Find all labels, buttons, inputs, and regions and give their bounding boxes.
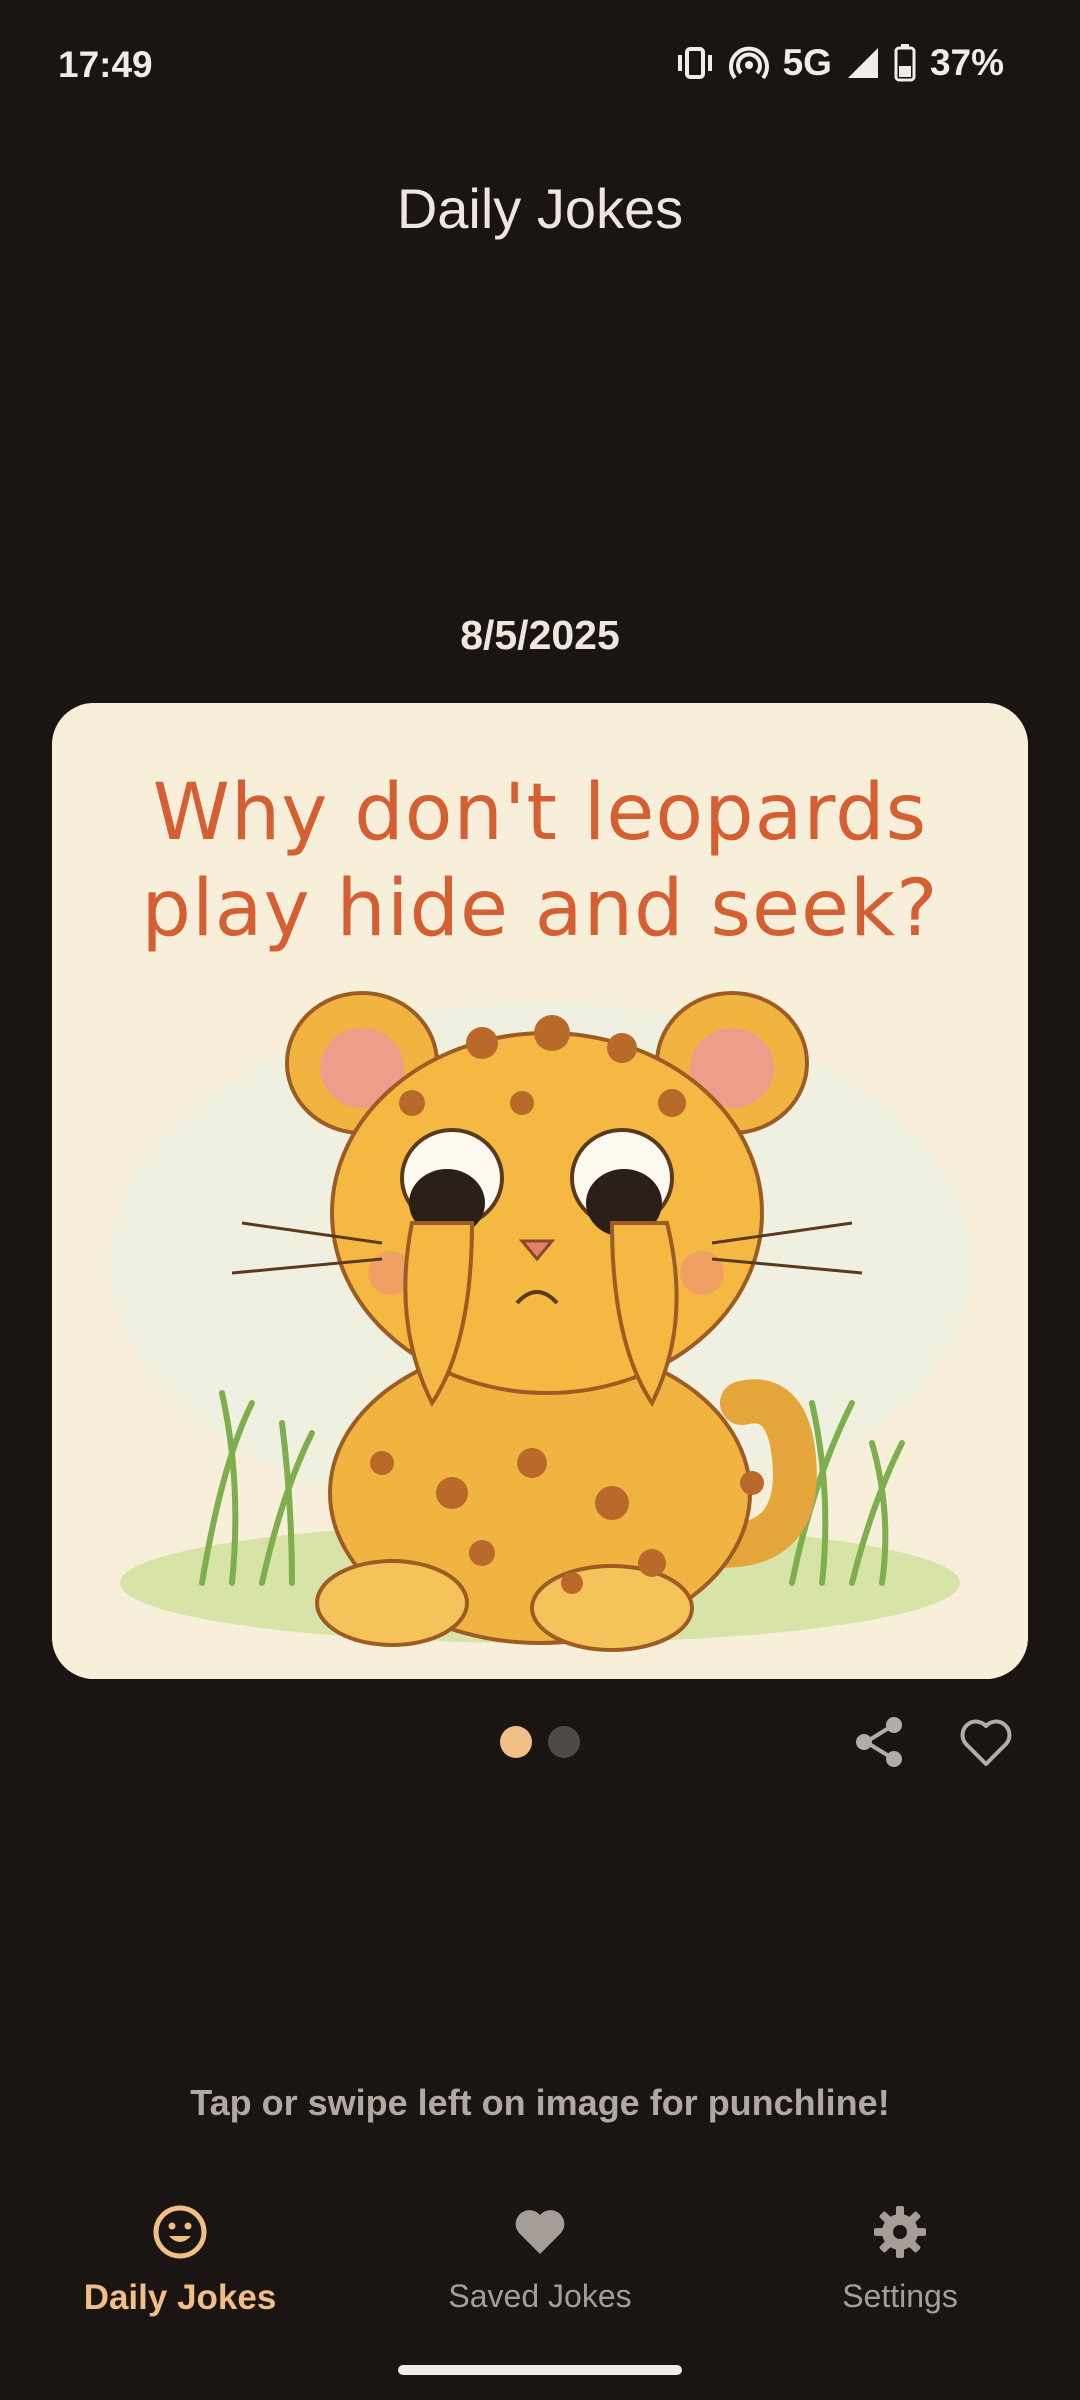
heart-icon: [512, 2204, 568, 2260]
page-dot-inactive[interactable]: [548, 1726, 580, 1758]
nav-item-settings[interactable]: Settings: [720, 2190, 1080, 2360]
joke-image-card[interactable]: Why don't leopards play hide and seek?: [52, 703, 1028, 1679]
page-dot-active[interactable]: [500, 1726, 532, 1758]
joke-setup-line-1: Why don't leopards: [152, 768, 928, 858]
status-icons: 5G 37%: [675, 40, 1004, 86]
share-button[interactable]: [852, 1714, 908, 1770]
status-bar: 17:49 5G 37%: [0, 0, 1080, 134]
joke-setup-line-2: play hide and seek?: [141, 864, 939, 954]
favorite-button[interactable]: [958, 1714, 1014, 1770]
page-title: Daily Jokes: [396, 177, 684, 240]
nav-item-daily-jokes[interactable]: Daily Jokes: [0, 2190, 360, 2360]
gear-icon: [872, 2204, 928, 2260]
nav-label-saved-jokes: Saved Jokes: [448, 2278, 632, 2314]
joke-setup-text: Why don't leopards play hide and seek?: [52, 765, 1028, 957]
punchline-hint: Tap or swipe left on image for punchline…: [190, 2082, 890, 2123]
screen: 17:49 5G 37% Daily Jokes 8/5/2025 Why do…: [0, 0, 1080, 2400]
nav-label-settings: Settings: [842, 2278, 958, 2314]
vibrate-icon: [675, 45, 715, 81]
hotspot-icon: [728, 43, 769, 83]
battery-percent: 37%: [929, 42, 1004, 83]
joke-date: 8/5/2025: [460, 612, 620, 658]
heart-outline-icon: [958, 1719, 1014, 1774]
home-indicator[interactable]: [398, 2365, 682, 2375]
battery-icon: [894, 44, 916, 82]
smiley-icon: [152, 2204, 208, 2260]
signal-icon: [846, 46, 880, 80]
nav-item-saved-jokes[interactable]: Saved Jokes: [360, 2190, 720, 2360]
status-time: 17:49: [58, 44, 153, 85]
network-type: 5G: [782, 42, 832, 83]
share-icon: [852, 1717, 908, 1774]
page-indicator: [500, 1726, 580, 1758]
nav-label-daily-jokes: Daily Jokes: [83, 2278, 277, 2317]
